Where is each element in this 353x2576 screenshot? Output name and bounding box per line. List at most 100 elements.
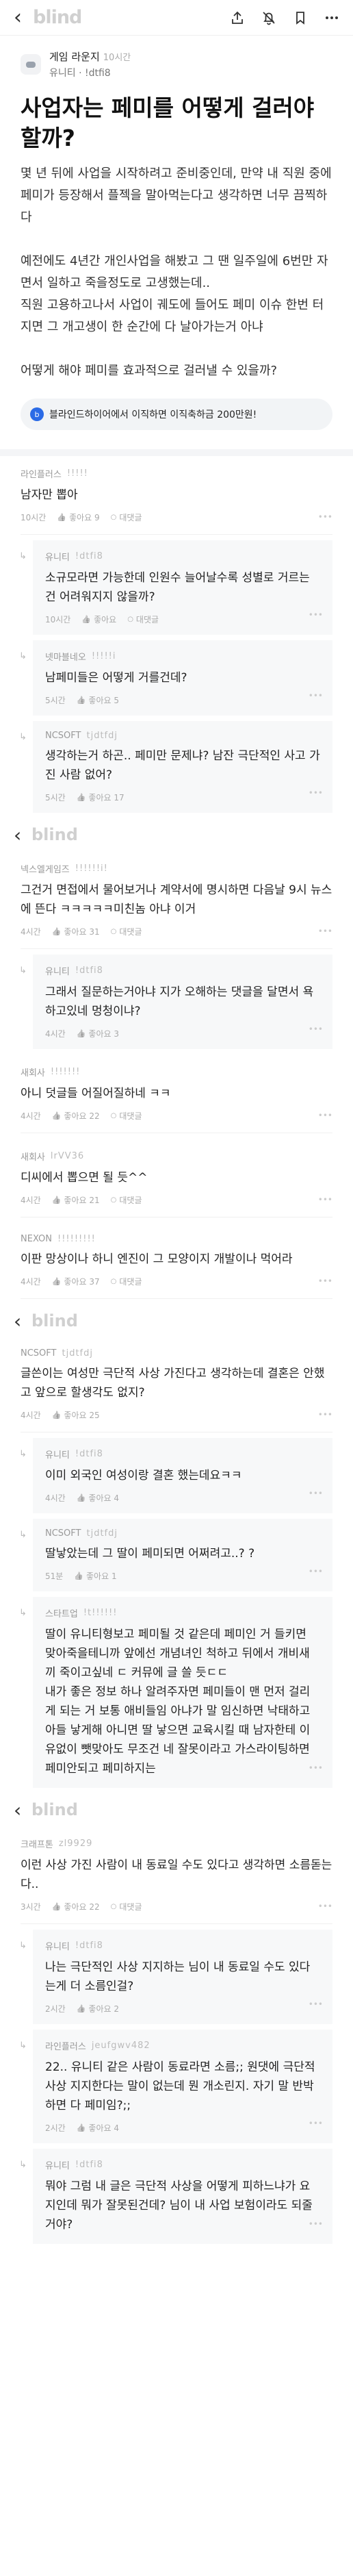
reply-button[interactable]: ○ 대댓글	[127, 614, 159, 625]
like-button[interactable]: 👍 좋아요 31	[52, 926, 100, 937]
like-button[interactable]: 👍 좋아요 21	[52, 1194, 100, 1206]
reply-button[interactable]: ○ 대댓글	[111, 1110, 142, 1122]
comment-box: 새회사!!!!!!! 아니 덧글들 어질어질하네 ㅋㅋ 4시간 👍 좋아요 22 ○ 대댓글	[21, 1065, 332, 1122]
like-label: 좋아요 9	[69, 513, 100, 522]
like-button[interactable]: 👍 좋아요 37	[52, 1276, 100, 1287]
comment-nick: !!!!!!i!	[75, 863, 108, 874]
reply-item: ↳ 유니티 !dtfi8 소규모라면 가능한데 인원수 늘어날수록 성별로 거르는건 …	[0, 540, 353, 635]
comment-more-icon[interactable]: •••	[318, 926, 332, 936]
reply-box: 유니티 !dtfi8 이미 외국인 여성이랑 결혼 했는데요ㅋㅋ 4시간 👍 좋아요 4	[33, 1438, 332, 1513]
comment-more-icon[interactable]: •••	[318, 512, 332, 522]
reply-arrow-icon: ↳	[19, 1608, 27, 1618]
comment-meta: NCSOFT tjdtfdj	[21, 1348, 332, 1359]
like-button[interactable]: 👍 좋아요 4	[77, 1492, 119, 1504]
comment-text: 아니 덧글들 어질어질하네 ㅋㅋ	[21, 1087, 171, 1100]
like-button[interactable]: 👍 좋아요 3	[77, 1028, 119, 1039]
comment-meta: 라인플러스 jeufgwv482	[45, 2039, 320, 2052]
comment-more-icon[interactable]: •••	[309, 1489, 323, 1498]
comment-more-icon[interactable]: •••	[318, 1902, 332, 1911]
comment-footer: 2시간 👍 좋아요 2	[45, 2003, 320, 2015]
comment-footer: 4시간 👍 좋아요 31 ○ 대댓글	[21, 926, 332, 937]
comment-meta: 새회사!!!!!!!	[21, 1065, 332, 1078]
comment-text: 남자만 뽑아	[21, 488, 78, 502]
comment-item: 크래프톤 zl9929 이런 사상 가진 사람이 내 동료일 수도 있다고 생각하면…	[0, 1826, 353, 1923]
like-button[interactable]: 👍 좋아요 22	[52, 1110, 100, 1122]
comment-time: 51분	[45, 1571, 64, 1581]
comment-bubble-icon: ○	[110, 928, 117, 935]
like-button[interactable]: 👍 좋아요 25	[52, 1409, 100, 1421]
back-icon[interactable]: ‹	[14, 1799, 31, 1821]
back-icon[interactable]: ‹	[14, 7, 33, 28]
hire-banner[interactable]: b 블라인드하이어에서 이직하면 이직축하금 200만원!	[21, 399, 332, 430]
channel-name[interactable]: 게임 라운지	[49, 51, 100, 63]
post-author: 게임 라운지 10시간 유니티 · !dtfi8	[21, 49, 332, 79]
comment-more-icon[interactable]: •••	[309, 1763, 323, 1773]
thumbs-up-icon: 👍	[74, 1571, 84, 1580]
comment-company: 라인플러스	[21, 470, 62, 480]
comment-company: 새회사	[21, 1152, 45, 1163]
comment-more-icon[interactable]: •••	[309, 2119, 323, 2128]
share-icon[interactable]	[230, 10, 245, 25]
reply-label: 대댓글	[119, 1902, 142, 1912]
back-icon[interactable]: ‹	[14, 1310, 31, 1333]
thumbs-up-icon: 👍	[51, 927, 62, 936]
comment-more-icon[interactable]: •••	[318, 1195, 332, 1204]
thumbs-up-icon: 👍	[51, 1196, 62, 1204]
comment-more-icon[interactable]: •••	[309, 610, 323, 620]
comment-box: 새회사 lrVV36 디씨에서 뽑으면 될 듯^^ 4시간 👍 좋아요 21 ○ 대댓글	[21, 1150, 332, 1206]
comment-more-icon[interactable]: •••	[318, 1410, 332, 1419]
comment-list: 크래프톤 zl9929 이런 사상 가진 사람이 내 동료일 수도 있다고 생각하면…	[0, 1826, 353, 2244]
like-button[interactable]: 👍 좋아요 2	[77, 2003, 119, 2015]
comment-more-icon[interactable]: •••	[318, 1111, 332, 1120]
like-button[interactable]: 👍 좋아요	[81, 614, 116, 625]
notification-off-icon[interactable]	[261, 10, 276, 25]
reply-item: ↳ 유니티 !dtfi8 그래서 질문하는거아냐 지가 오해하는 댓글을 달면서 욕하…	[0, 955, 353, 1049]
back-icon[interactable]: ‹	[14, 824, 31, 846]
reply-button[interactable]: ○ 대댓글	[111, 926, 142, 937]
reply-button[interactable]: ○ 대댓글	[111, 1194, 142, 1206]
comment-list: 넥스엘게임즈 !!!!!!i! 그건거 면접에서 물어보거나 계약서에 명시하면 다…	[0, 851, 353, 1299]
like-button[interactable]: 👍 좋아요 5	[77, 694, 119, 706]
comment-more-icon[interactable]: •••	[318, 1276, 332, 1286]
comment-nick: !t!!!!!!	[83, 1608, 118, 1618]
comment-more-icon[interactable]: •••	[309, 2219, 323, 2229]
comment-more-icon[interactable]: •••	[309, 788, 323, 798]
like-button[interactable]: 👍 좋아요 17	[77, 792, 125, 803]
comment-item: 새회사!!!!!!! 아니 덧글들 어질어질하네 ㅋㅋ 4시간 👍 좋아요 22 ○ 대댓글…	[0, 1055, 353, 1133]
app-logo: blind	[33, 7, 82, 28]
comment-text: 소규모라면 가능한데 인원수 늘어날수록 성별로 거르는건 어려워지지 않을까?	[45, 571, 310, 604]
like-label: 좋아요 4	[88, 1493, 119, 1503]
bookmark-icon[interactable]	[293, 10, 308, 25]
like-button[interactable]: 👍 좋아요 1	[74, 1570, 116, 1582]
comment-footer: 2시간 👍 좋아요 4	[45, 2122, 320, 2134]
comment-more-icon[interactable]: •••	[309, 1999, 323, 2009]
reply-button[interactable]: ○ 대댓글	[111, 512, 142, 523]
comment-time: 5시간	[45, 793, 66, 803]
comment-nick: !dtfi8	[75, 551, 103, 561]
reply-arrow-icon: ↳	[19, 1449, 27, 1459]
like-button[interactable]: 👍 좋아요 22	[52, 1901, 100, 1912]
comment-more-icon[interactable]: •••	[309, 691, 323, 700]
reply-item: ↳ 넷마블네오 !!!!!i 남페미들은 어떻게 거를건데? 5시간 👍 좋아요 5 •••	[0, 640, 353, 716]
like-button[interactable]: 👍 좋아요 9	[57, 512, 99, 523]
comment-footer: 5시간 👍 좋아요 17	[45, 792, 320, 803]
comment-footer: 5시간 👍 좋아요 5	[45, 694, 320, 706]
comment-nick: !!!!!!!!!	[57, 1234, 96, 1244]
comment-company: 유니티	[45, 553, 70, 563]
post-body: 몇 년 뒤에 사업을 시작하려고 준비중인데, 만약 내 직원 중에 페미가 등…	[21, 166, 332, 378]
thumbs-up-icon: 👍	[51, 1277, 62, 1286]
comment-more-icon[interactable]: •••	[309, 1567, 323, 1576]
like-button[interactable]: 👍 좋아요 4	[77, 2122, 119, 2134]
more-icon[interactable]	[324, 10, 339, 25]
comment-time: 4시간	[21, 1411, 41, 1420]
comment-meta: 새회사 lrVV36	[21, 1150, 332, 1163]
reply-item: ↳ NCSOFT tjdtfdj 생각하는거 하곤.. 페미만 문제냐? 남잔 극단적…	[0, 721, 353, 813]
reply-label: 대댓글	[119, 513, 142, 522]
comment-more-icon[interactable]: •••	[309, 1024, 323, 1034]
reply-button[interactable]: ○ 대댓글	[111, 1901, 142, 1912]
reply-button[interactable]: ○ 대댓글	[111, 1276, 142, 1287]
reply-box: NCSOFT tjdtfdj 딸낳았는데 그 딸이 페미되면 어쩌려고..? ? 51…	[33, 1519, 332, 1591]
comment-company: 유니티	[45, 967, 70, 977]
reply-arrow-icon: ↳	[19, 1530, 27, 1540]
comment-list: 라인플러스!!!!! 남자만 뽑아 10시간 👍 좋아요 9 ○ 대댓글 ••• ↳ 유니티 !dt…	[0, 456, 353, 813]
